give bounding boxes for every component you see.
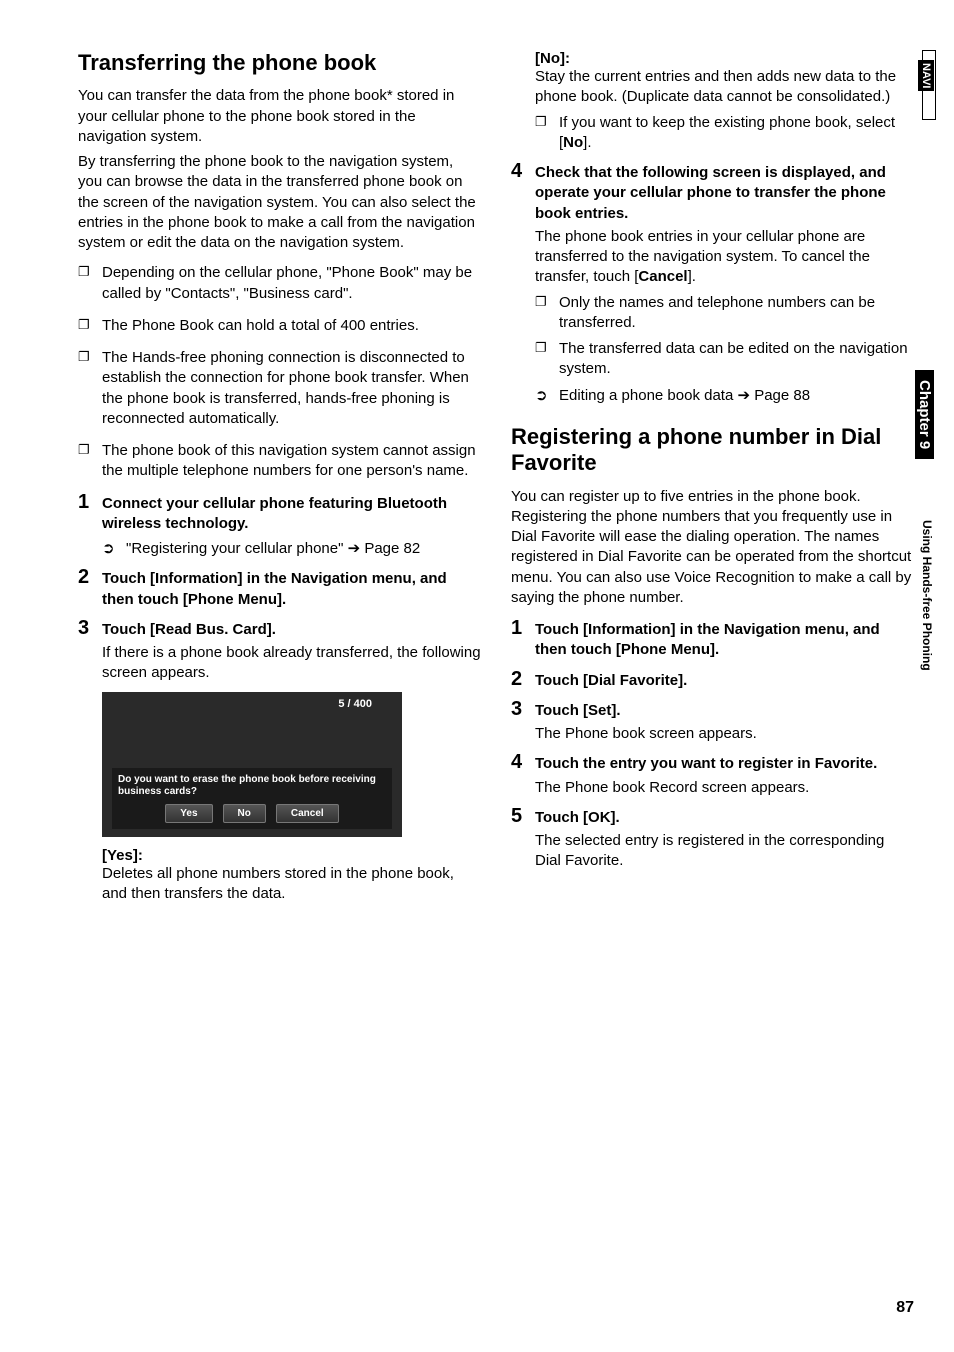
entry-count: 5 / 400 (338, 698, 372, 710)
step-number: 1 (511, 617, 522, 640)
device-screenshot: 5 / 400 Do you want to erase the phone b… (102, 692, 402, 837)
step-body: The Phone book screen appears. (535, 724, 914, 744)
intro-text: By transferring the phone book to the na… (78, 152, 481, 253)
list-item: Depending on the cellular phone, "Phone … (78, 263, 481, 304)
step-3: 3 Touch [Set]. The Phone book screen app… (511, 701, 914, 745)
list-item: If you want to keep the existing phone b… (535, 113, 914, 154)
step-1: 1 Touch [Information] in the Navigation … (511, 620, 914, 661)
option-no-label: [No]: (535, 50, 914, 67)
step-number: 3 (511, 698, 522, 721)
option-yes-body: Deletes all phone numbers stored in the … (102, 864, 481, 905)
step-number: 2 (78, 566, 89, 589)
step-title: Connect your cellular phone featuring Bl… (102, 494, 481, 535)
dialog-prompt: Do you want to erase the phone book befo… (118, 774, 386, 798)
chapter-tab: Chapter 9 (915, 370, 934, 459)
option-yes-label: [Yes]: (102, 847, 481, 864)
list-item: Only the names and telephone numbers can… (535, 293, 914, 334)
navi-tab: NAVI (918, 60, 934, 91)
sub-list: If you want to keep the existing phone b… (535, 113, 914, 154)
notes-list: Depending on the cellular phone, "Phone … (78, 263, 481, 481)
step-title: Touch [Read Bus. Card]. (102, 620, 481, 640)
no-button[interactable]: No (223, 804, 266, 823)
step-3: 3 Touch [Read Bus. Card]. If there is a … (78, 620, 481, 904)
step-number: 3 (78, 617, 89, 640)
step-title: Touch [Information] in the Navigation me… (102, 569, 481, 610)
step-body: The Phone book Record screen appears. (535, 778, 914, 798)
step-1: 1 Connect your cellular phone featuring … (78, 494, 481, 560)
step-title: Touch [Information] in the Navigation me… (535, 620, 914, 661)
list-item: The transferred data can be edited on th… (535, 339, 914, 380)
step-number: 4 (511, 160, 522, 183)
section-title: Registering a phone number in Dial Favor… (511, 424, 914, 477)
step-number: 4 (511, 751, 522, 774)
step-title: Check that the following screen is displ… (535, 163, 914, 224)
dialog-panel: Do you want to erase the phone book befo… (112, 768, 392, 829)
list-item: The Phone Book can hold a total of 400 e… (78, 316, 481, 336)
cancel-button[interactable]: Cancel (276, 804, 339, 823)
page-number: 87 (896, 1299, 914, 1317)
yes-button[interactable]: Yes (165, 804, 212, 823)
intro-text: You can transfer the data from the phone… (78, 86, 481, 147)
step-body: If there is a phone book already transfe… (102, 643, 481, 684)
option-no-body: Stay the current entries and then adds n… (535, 67, 914, 108)
sub-list: Only the names and telephone numbers can… (535, 293, 914, 380)
intro-text: You can register up to five entries in t… (511, 487, 914, 609)
section-title: Transferring the phone book (78, 50, 481, 76)
list-item: The phone book of this navigation system… (78, 441, 481, 482)
step-body: The phone book entries in your cellular … (535, 227, 914, 288)
step-number: 5 (511, 805, 522, 828)
step-number: 1 (78, 491, 89, 514)
step-body: The selected entry is registered in the … (535, 831, 914, 872)
step-5: 5 Touch [OK]. The selected entry is regi… (511, 808, 914, 872)
left-column: Transferring the phone book You can tran… (78, 50, 481, 914)
step-title: Touch [Dial Favorite]. (535, 671, 914, 691)
step-title: Touch [OK]. (535, 808, 914, 828)
right-column: [No]: Stay the current entries and then … (511, 50, 914, 914)
cross-reference: Editing a phone book data ➔ Page 88 (535, 386, 914, 406)
step-2: 2 Touch [Information] in the Navigation … (78, 569, 481, 610)
dialog-buttons: Yes No Cancel (118, 804, 386, 823)
step-title: Touch the entry you want to register in … (535, 754, 914, 774)
cross-reference: "Registering your cellular phone" ➔ Page… (102, 539, 481, 559)
step-4: 4 Touch the entry you want to register i… (511, 754, 914, 798)
step-2: 2 Touch [Dial Favorite]. (511, 671, 914, 691)
step-number: 2 (511, 668, 522, 691)
step-4: 4 Check that the following screen is dis… (511, 163, 914, 406)
list-item: The Hands-free phoning connection is dis… (78, 348, 481, 429)
step-title: Touch [Set]. (535, 701, 914, 721)
chapter-subtitle: Using Hands-free Phoning (920, 520, 934, 671)
